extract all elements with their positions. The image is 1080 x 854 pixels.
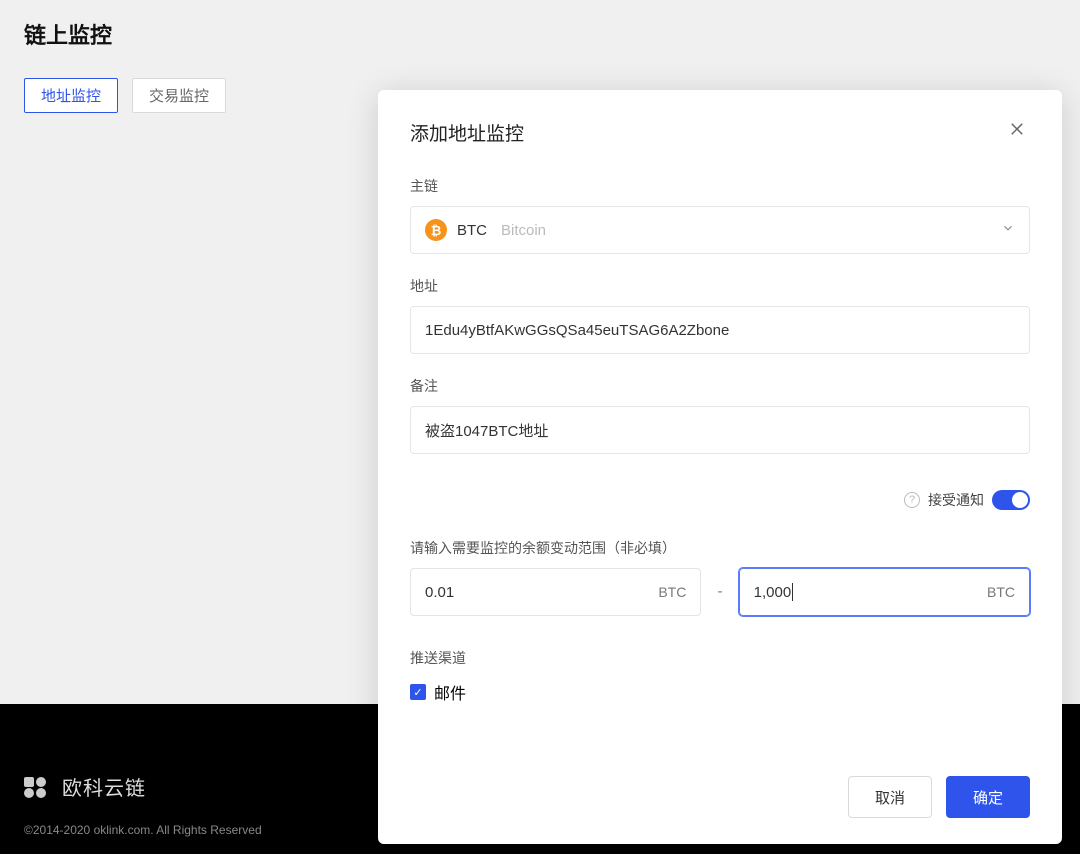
chain-ticker: BTC xyxy=(457,222,487,239)
email-checkbox-label: 邮件 xyxy=(434,680,466,704)
brand-name: 欧科云链 xyxy=(62,772,146,801)
modal-title: 添加地址监控 xyxy=(410,119,524,146)
remark-input[interactable] xyxy=(410,406,1030,454)
page-title: 链上监控 xyxy=(24,18,1056,50)
help-icon[interactable]: ? xyxy=(904,492,920,508)
chain-name: Bitcoin xyxy=(501,222,546,239)
tab-transaction-monitor[interactable]: 交易监控 xyxy=(132,78,226,113)
range-max-input[interactable]: 1,000 xyxy=(754,584,792,601)
address-input[interactable] xyxy=(410,306,1030,354)
chain-select[interactable]: ₿ BTC Bitcoin xyxy=(410,206,1030,254)
email-checkbox[interactable]: ✓ xyxy=(410,684,426,700)
address-label: 地址 xyxy=(410,276,1030,296)
chevron-down-icon xyxy=(1001,221,1015,240)
range-label: 请输入需要监控的余额变动范围（非必填） xyxy=(410,538,1030,558)
channel-label: 推送渠道 xyxy=(410,648,1030,668)
remark-label: 备注 xyxy=(410,376,1030,396)
range-min-wrap[interactable]: BTC xyxy=(410,568,701,616)
confirm-button[interactable]: 确定 xyxy=(946,776,1030,818)
range-separator: - xyxy=(717,583,722,601)
range-min-unit: BTC xyxy=(658,584,686,600)
cancel-button[interactable]: 取消 xyxy=(848,776,932,818)
notify-toggle[interactable] xyxy=(992,490,1030,510)
range-max-wrap[interactable]: 1,000 BTC xyxy=(739,568,1030,616)
close-icon[interactable] xyxy=(1004,116,1030,148)
bitcoin-icon: ₿ xyxy=(425,219,447,241)
range-max-unit: BTC xyxy=(987,584,1015,600)
tab-address-monitor[interactable]: 地址监控 xyxy=(24,78,118,113)
brand-logo-icon xyxy=(24,777,52,797)
range-min-input[interactable] xyxy=(425,584,658,601)
text-caret xyxy=(792,583,793,601)
add-address-monitor-modal: 添加地址监控 主链 ₿ BTC Bitcoin 地址 备注 ? 接受通知 请输入… xyxy=(378,90,1062,844)
notify-label: 接受通知 xyxy=(928,490,984,510)
chain-label: 主链 xyxy=(410,176,1030,196)
